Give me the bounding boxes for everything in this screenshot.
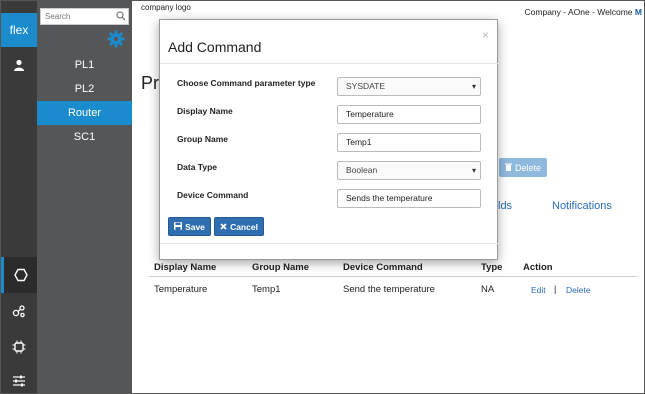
param-type-label: Choose Command parameter type [177, 78, 316, 88]
group-name-input[interactable]: Temp1 [337, 133, 481, 152]
user-initial[interactable]: M [635, 7, 642, 17]
cancel-button[interactable]: Cancel [214, 217, 264, 236]
device-command-label: Device Command [177, 190, 249, 200]
cell-type: NA [481, 284, 495, 295]
header-welcome: Company - AOne - Welcome M [525, 7, 642, 17]
display-name-label: Display Name [177, 106, 233, 116]
app-window: flex PL1 PL2 Router SC1 [0, 0, 645, 394]
header-action: Action [523, 262, 553, 273]
close-icon[interactable]: × [482, 28, 489, 42]
table-header: Display Name Group Name Device Command T… [149, 259, 637, 277]
chip-icon[interactable] [1, 329, 37, 365]
save-button[interactable]: Save [168, 217, 211, 236]
cell-device-command: Send the temperature [343, 284, 435, 295]
tab-notifications[interactable]: Notifications [552, 200, 612, 212]
sidebar-item-pl1[interactable]: PL1 [37, 53, 132, 77]
icon-rail: flex [1, 1, 37, 393]
sidebar-item-sc1[interactable]: SC1 [37, 125, 132, 149]
trash-icon [504, 163, 512, 173]
group-name-label: Group Name [177, 134, 229, 144]
delete-button-label: Delete [514, 162, 541, 173]
delete-link[interactable]: Delete [566, 285, 591, 295]
dialog-title: Add Command [168, 39, 262, 55]
add-command-dialog: × Add Command Choose Command parameter t… [159, 19, 499, 260]
cell-group-name: Temp1 [252, 284, 281, 295]
header-text: Company - AOne - Welcome [524, 7, 635, 17]
gear-icon[interactable] [107, 30, 125, 51]
tab-fields[interactable]: lds [498, 200, 512, 212]
edit-link[interactable]: Edit [531, 285, 546, 295]
cell-display-name: Temperature [154, 284, 208, 295]
data-type-select[interactable]: Boolean [337, 161, 481, 180]
table-row: Temperature Temp1 Send the temperature N… [149, 277, 637, 299]
sliders-icon[interactable] [1, 363, 37, 393]
delete-button[interactable]: Delete [499, 158, 547, 177]
cancel-button-label: Cancel [230, 221, 258, 232]
header-display-name: Display Name [154, 262, 217, 273]
header-type: Type [481, 262, 503, 273]
commands-table: Display Name Group Name Device Command T… [149, 259, 637, 299]
nodes-icon[interactable] [1, 293, 37, 329]
device-command-input[interactable]: Sends the temperature [337, 189, 481, 208]
floppy-icon [174, 221, 183, 232]
header-device-command: Device Command [343, 262, 423, 273]
search-icon[interactable] [116, 11, 126, 24]
sidebar-item-router[interactable]: Router [37, 101, 132, 125]
secondary-sidebar: PL1 PL2 Router SC1 [37, 1, 132, 393]
action-separator: | [554, 284, 557, 294]
search-input[interactable] [41, 9, 113, 24]
sidebar-item-pl2[interactable]: PL2 [37, 77, 132, 101]
user-icon[interactable] [1, 47, 37, 83]
x-icon [220, 222, 227, 232]
page-title: Pr [141, 73, 159, 93]
dialog-header-divider [160, 63, 499, 64]
save-button-label: Save [185, 221, 205, 232]
header-group-name: Group Name [252, 262, 310, 273]
hexagon-icon[interactable] [1, 257, 37, 293]
param-type-select[interactable]: SYSDATE [337, 77, 481, 96]
search-box [40, 8, 129, 25]
data-type-label: Data Type [177, 162, 217, 172]
dialog-footer-divider [160, 243, 499, 244]
flex-logo[interactable]: flex [1, 13, 37, 47]
display-name-input[interactable]: Temperature [337, 105, 481, 124]
company-logo: company logo [141, 3, 191, 12]
